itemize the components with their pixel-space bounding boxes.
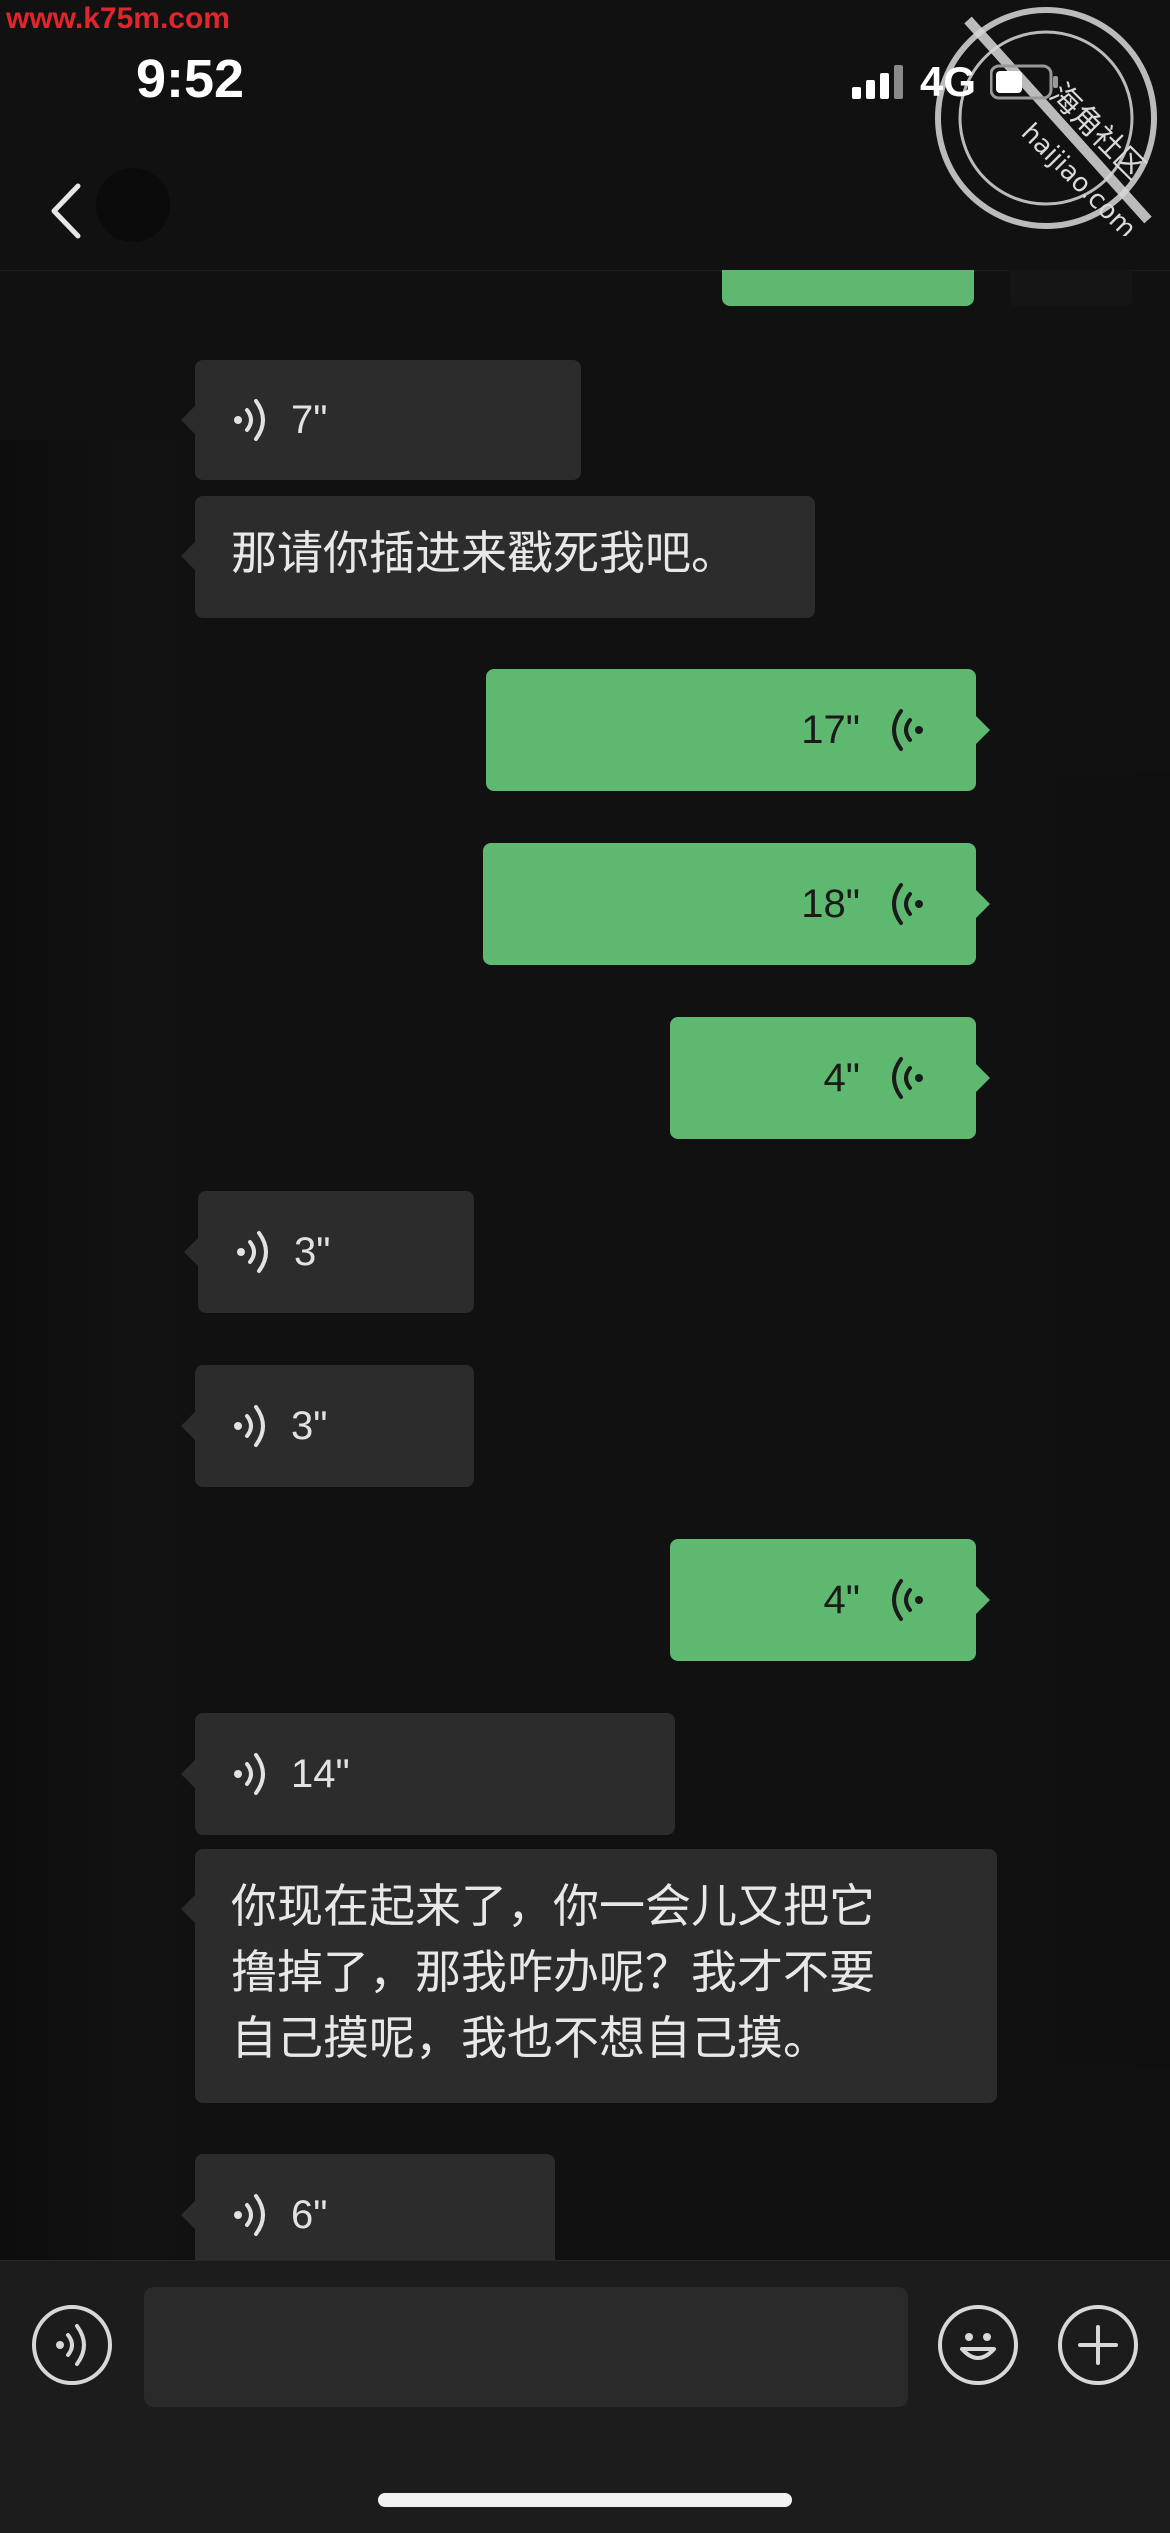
voice-duration: 3" [291,1403,328,1448]
voice-duration: 3" [294,1229,331,1274]
more-button[interactable] [1058,2305,1138,2385]
voice-duration: 6" [291,2192,328,2237]
voice-duration: 7" [291,397,328,442]
text-message-incoming[interactable]: 那请你插进来戳死我吧。 [181,496,815,618]
voice-message-incoming[interactable]: 7" [181,360,581,480]
home-indicator[interactable] [378,2493,792,2507]
voice-wave-icon [234,399,265,441]
message-line: 撸掉了，那我咋办呢？我才不要 [231,1945,875,1999]
cellular-signal-icon [852,65,903,99]
voice-wave-icon [234,2194,265,2236]
emoji-icon [960,2333,996,2360]
status-indicators: 4G [852,58,1060,106]
voice-wave-icon [892,1057,923,1099]
voice-message-incoming[interactable]: 3" [181,1365,474,1487]
voice-wave-icon [237,1231,268,1273]
composer-bar [0,2260,1170,2533]
voice-message-incoming[interactable]: 6" [181,2154,555,2260]
voice-mode-button[interactable] [32,2305,112,2385]
chat-header [0,148,1170,271]
back-chevron-icon[interactable] [44,176,94,246]
redaction-overlay [1020,770,1170,2070]
voice-duration: 17" [801,707,860,752]
status-time: 9:52 [136,49,245,109]
text-message-incoming[interactable]: 你现在起来了，你一会儿又把它 撸掉了，那我咋办呢？我才不要 自己摸呢，我也不想自… [181,1849,997,2103]
avatar [96,168,170,242]
battery-icon [990,64,1059,100]
plus-icon [1078,2325,1118,2365]
voice-message-outgoing[interactable]: 17" [486,669,990,791]
voice-duration: 4" [823,1577,860,1622]
voice-message-incoming[interactable]: 3" [184,1191,474,1313]
voice-message-outgoing[interactable]: 18" [483,843,990,965]
site-watermark: www.k75m.com [6,2,230,35]
voice-message-incoming[interactable]: 14" [181,1713,675,1835]
message-input[interactable] [144,2287,908,2407]
message-text: 那请你插进来戳死我吧。 [231,526,737,580]
voice-message-outgoing[interactable]: 4" [670,1539,990,1661]
image-thumbnail[interactable] [1010,270,1132,306]
voice-mode-icon [56,2324,86,2366]
voice-duration: 14" [291,1751,350,1796]
message-line: 你现在起来了，你一会儿又把它 [231,1879,875,1933]
redaction-overlay [0,440,190,2260]
message-list[interactable]: 7" 那请你插进来戳死我吧。 17" 18" 4" 3" 3" 4" 14" 你… [0,270,1170,2260]
message-text: 你现在起来了，你一会儿又把它 撸掉了，那我咋办呢？我才不要 自己摸呢，我也不想自… [195,1849,997,2095]
voice-duration: 4" [823,1055,860,1100]
message-line: 自己摸呢，我也不想自己摸。 [231,2011,829,2065]
message-bubble-partial[interactable] [722,270,974,306]
voice-duration: 18" [801,881,860,926]
voice-message-outgoing[interactable]: 4" [670,1017,990,1139]
network-type: 4G [920,58,977,105]
voice-wave-icon [234,1753,265,1795]
voice-wave-icon [234,1405,265,1447]
voice-wave-icon [892,709,923,751]
voice-wave-icon [892,1579,923,1621]
voice-wave-icon [892,883,923,925]
emoji-button[interactable] [938,2305,1018,2385]
